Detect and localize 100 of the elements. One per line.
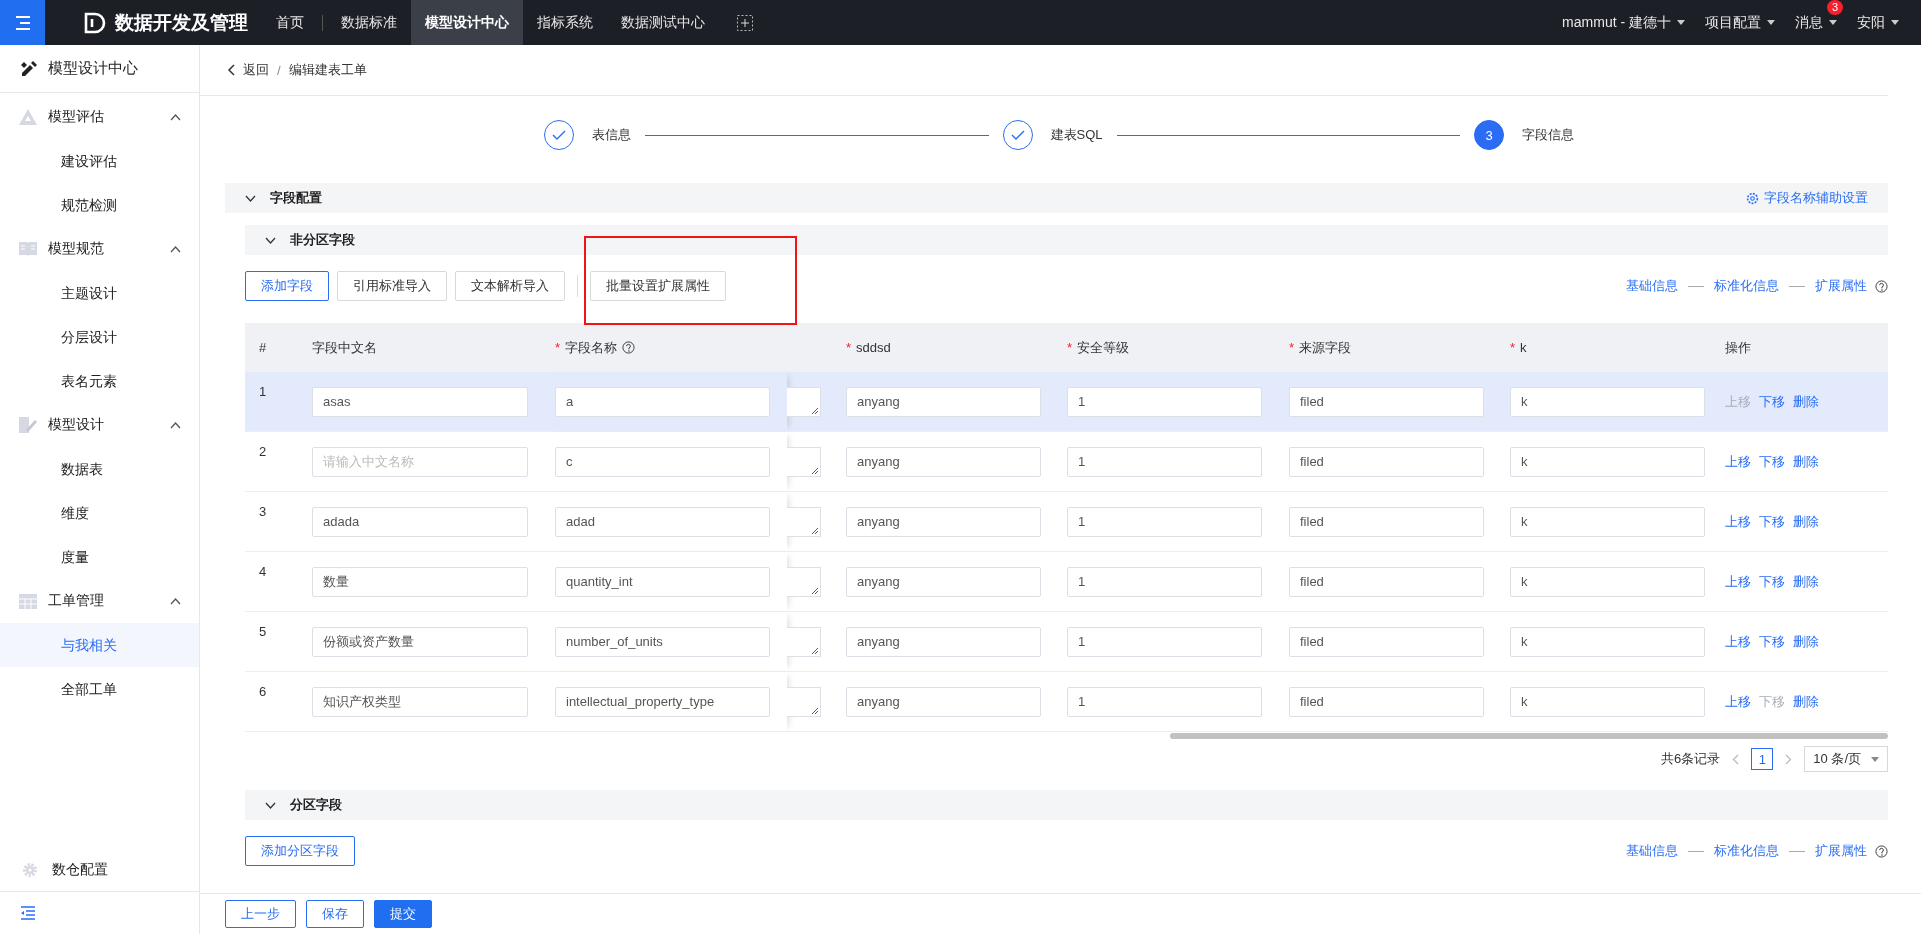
row-action-link[interactable]: 上移 [1725, 452, 1751, 471]
input-field[interactable]: 1 [1067, 386, 1262, 417]
sidebar-group[interactable]: 工单管理 [0, 579, 199, 623]
sidebar-item[interactable]: 数据表 [0, 447, 199, 491]
row-action-link[interactable]: 上移 [1725, 632, 1751, 651]
row-action-link[interactable]: 下移 [1759, 392, 1785, 411]
textarea-field[interactable] [787, 446, 821, 477]
row-action-link[interactable]: 下移 [1759, 572, 1785, 591]
input-field[interactable]: quantity_int [555, 566, 770, 597]
view-link[interactable]: 扩展属性 [1815, 277, 1867, 295]
input-field[interactable]: 份额或资产数量 [312, 626, 528, 657]
sidebar-item[interactable]: 与我相关 [0, 623, 199, 667]
toolbar-button[interactable]: 引用标准导入 [337, 271, 447, 301]
settings-link[interactable]: 字段名称辅助设置 [1746, 189, 1868, 207]
footer-button[interactable]: 保存 [306, 900, 364, 928]
input-field[interactable]: anyang [846, 626, 1041, 657]
input-field[interactable]: k [1510, 626, 1705, 657]
input-field[interactable]: filed [1289, 386, 1484, 417]
add-tab-icon[interactable] [737, 14, 753, 31]
row-action-link[interactable]: 上移 [1725, 512, 1751, 531]
input-field[interactable]: 1 [1067, 626, 1262, 657]
input-field[interactable]: filed [1289, 566, 1484, 597]
input-field[interactable]: filed [1289, 686, 1484, 717]
nav-tab[interactable]: 首页 [262, 0, 318, 45]
scrollbar-thumb[interactable] [1170, 733, 1888, 739]
view-link[interactable]: 扩展属性 [1815, 842, 1867, 860]
input-field[interactable]: anyang [846, 446, 1041, 477]
input-field[interactable]: k [1510, 506, 1705, 537]
back-link[interactable]: 返回 [243, 61, 269, 79]
footer-button[interactable]: 提交 [374, 900, 432, 928]
input-field[interactable]: anyang [846, 386, 1041, 417]
sidebar-item[interactable]: 维度 [0, 491, 199, 535]
collapse-menu-icon[interactable] [20, 906, 36, 920]
textarea-field[interactable] [787, 626, 821, 657]
input-field[interactable]: intellectual_property_type [555, 686, 770, 717]
input-field[interactable]: anyang [846, 566, 1041, 597]
textarea-field[interactable] [787, 566, 821, 597]
table-row[interactable]: 5 份额或资产数量 number_of_units anyang 1 filed k 上移 下移 删除 [245, 612, 1888, 672]
row-action-link[interactable]: 上移 [1725, 692, 1751, 711]
row-action-link[interactable]: 删除 [1793, 452, 1819, 471]
sidebar-item[interactable]: 分层设计 [0, 315, 199, 359]
nav-tab[interactable]: 指标系统 [523, 0, 607, 45]
row-action-link[interactable]: 删除 [1793, 692, 1819, 711]
header-menu[interactable]: 消息 [1795, 13, 1837, 32]
row-action-link[interactable]: 下移 [1759, 512, 1785, 531]
nav-tab[interactable]: 模型设计中心 [411, 0, 523, 45]
page-size-select[interactable]: 10 条/页 [1804, 746, 1888, 772]
sidebar-group[interactable]: 模型评估 [0, 95, 199, 139]
sidebar-item[interactable]: 度量 [0, 535, 199, 579]
textarea-field[interactable] [787, 386, 821, 417]
input-field[interactable]: 1 [1067, 446, 1262, 477]
header-menu[interactable]: mammut - 建德十 [1562, 13, 1685, 32]
input-field[interactable]: filed [1289, 626, 1484, 657]
sidebar-item[interactable]: 建设评估 [0, 139, 199, 183]
input-field[interactable]: 请输入中文名称 [312, 446, 528, 477]
row-action-link[interactable]: 下移 [1759, 632, 1785, 651]
input-field[interactable]: a [555, 386, 770, 417]
input-field[interactable]: k [1510, 386, 1705, 417]
input-field[interactable]: 数量 [312, 566, 528, 597]
nav-tab[interactable]: 数据测试中心 [607, 0, 719, 45]
page-button[interactable]: 1 [1751, 748, 1774, 770]
sidebar-item[interactable]: 数仓配置 [0, 849, 199, 891]
row-action-link[interactable]: 删除 [1793, 512, 1819, 531]
sidebar-item[interactable]: 表名元素 [0, 359, 199, 403]
input-field[interactable]: k [1510, 686, 1705, 717]
help-icon[interactable] [622, 341, 636, 354]
header-menu[interactable]: 安阳 [1857, 13, 1899, 32]
row-action-link[interactable]: 删除 [1793, 572, 1819, 591]
previous-page-icon[interactable] [1732, 753, 1740, 765]
sidebar-group[interactable]: 模型设计 [0, 403, 199, 447]
table-row[interactable]: 2 请输入中文名称 c anyang 1 filed k 上移 下移 删除 [245, 432, 1888, 492]
subsection-header[interactable]: 分区字段 [245, 790, 1888, 820]
sidebar-group[interactable]: 模型规范 [0, 227, 199, 271]
input-field[interactable]: 1 [1067, 686, 1262, 717]
input-field[interactable]: k [1510, 446, 1705, 477]
input-field[interactable]: adad [555, 506, 770, 537]
view-link[interactable]: 基础信息 [1626, 277, 1678, 295]
input-field[interactable]: filed [1289, 446, 1484, 477]
toolbar-button[interactable]: 添加字段 [245, 271, 329, 301]
toolbar-button[interactable]: 批量设置扩展属性 [590, 271, 726, 301]
section-header[interactable]: 字段配置 字段名称辅助设置 [225, 183, 1888, 213]
footer-button[interactable]: 上一步 [225, 900, 296, 928]
row-action-link[interactable]: 删除 [1793, 632, 1819, 651]
sidebar-item[interactable]: 全部工单 [0, 667, 199, 711]
input-field[interactable]: k [1510, 566, 1705, 597]
row-action-link[interactable]: 上移 [1725, 572, 1751, 591]
header-menu[interactable]: 项目配置 [1705, 13, 1775, 32]
textarea-field[interactable] [787, 506, 821, 537]
table-row[interactable]: 4 数量 quantity_int anyang 1 filed k 上移 下移 删除 [245, 552, 1888, 612]
menu-button[interactable] [0, 0, 45, 45]
view-link[interactable]: 标准化信息 [1714, 277, 1779, 295]
input-field[interactable]: 1 [1067, 566, 1262, 597]
toolbar-button[interactable]: 添加分区字段 [245, 836, 355, 866]
row-action-link[interactable]: 删除 [1793, 392, 1819, 411]
view-link[interactable]: 基础信息 [1626, 842, 1678, 860]
help-icon[interactable] [1875, 279, 1888, 293]
input-field[interactable]: filed [1289, 506, 1484, 537]
input-field[interactable]: c [555, 446, 770, 477]
help-icon[interactable] [1875, 844, 1888, 858]
input-field[interactable]: 1 [1067, 506, 1262, 537]
